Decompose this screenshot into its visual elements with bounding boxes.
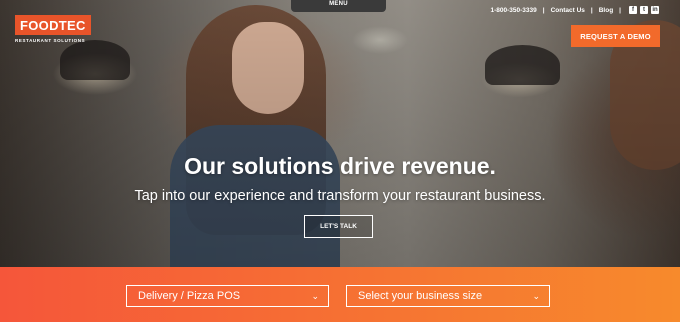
business-size-select-value: Select your business size — [358, 290, 483, 302]
divider: | — [590, 6, 593, 14]
hero-subheadline: Tap into our experience and transform yo… — [134, 188, 546, 204]
top-utility-bar: 1-800-350-3339 | Contact Us | Blog | f t… — [490, 6, 659, 14]
divider: | — [619, 6, 621, 14]
logo[interactable]: FOODTEC RESTAURANT SOLUTIONS — [15, 15, 97, 43]
blog-link[interactable]: Blog — [599, 7, 613, 14]
facebook-icon[interactable]: f — [629, 6, 637, 14]
chevron-down-icon: ⌄ — [532, 290, 540, 301]
lets-talk-button[interactable]: LET'S TALK — [304, 215, 373, 238]
menu-toggle[interactable]: MENU — [291, 0, 386, 12]
hero-headline: Our solutions drive revenue. — [184, 153, 496, 179]
contact-link[interactable]: Contact Us — [551, 7, 585, 14]
request-demo-button[interactable]: REQUEST A DEMO — [571, 25, 660, 47]
logo-tagline: RESTAURANT SOLUTIONS — [15, 38, 86, 43]
filter-band — [0, 267, 680, 322]
twitter-icon[interactable]: t — [640, 6, 648, 14]
phone-link[interactable]: 1-800-350-3339 — [490, 7, 536, 14]
logo-wordmark: FOODTEC — [15, 15, 91, 35]
social-links: f t in — [629, 6, 659, 14]
linkedin-icon[interactable]: in — [651, 6, 659, 14]
divider: | — [542, 6, 545, 14]
product-select[interactable]: Delivery / Pizza POS ⌄ — [126, 285, 329, 307]
business-size-select[interactable]: Select your business size ⌄ — [346, 285, 550, 307]
product-select-value: Delivery / Pizza POS — [138, 290, 241, 302]
chevron-down-icon: ⌄ — [311, 290, 319, 301]
